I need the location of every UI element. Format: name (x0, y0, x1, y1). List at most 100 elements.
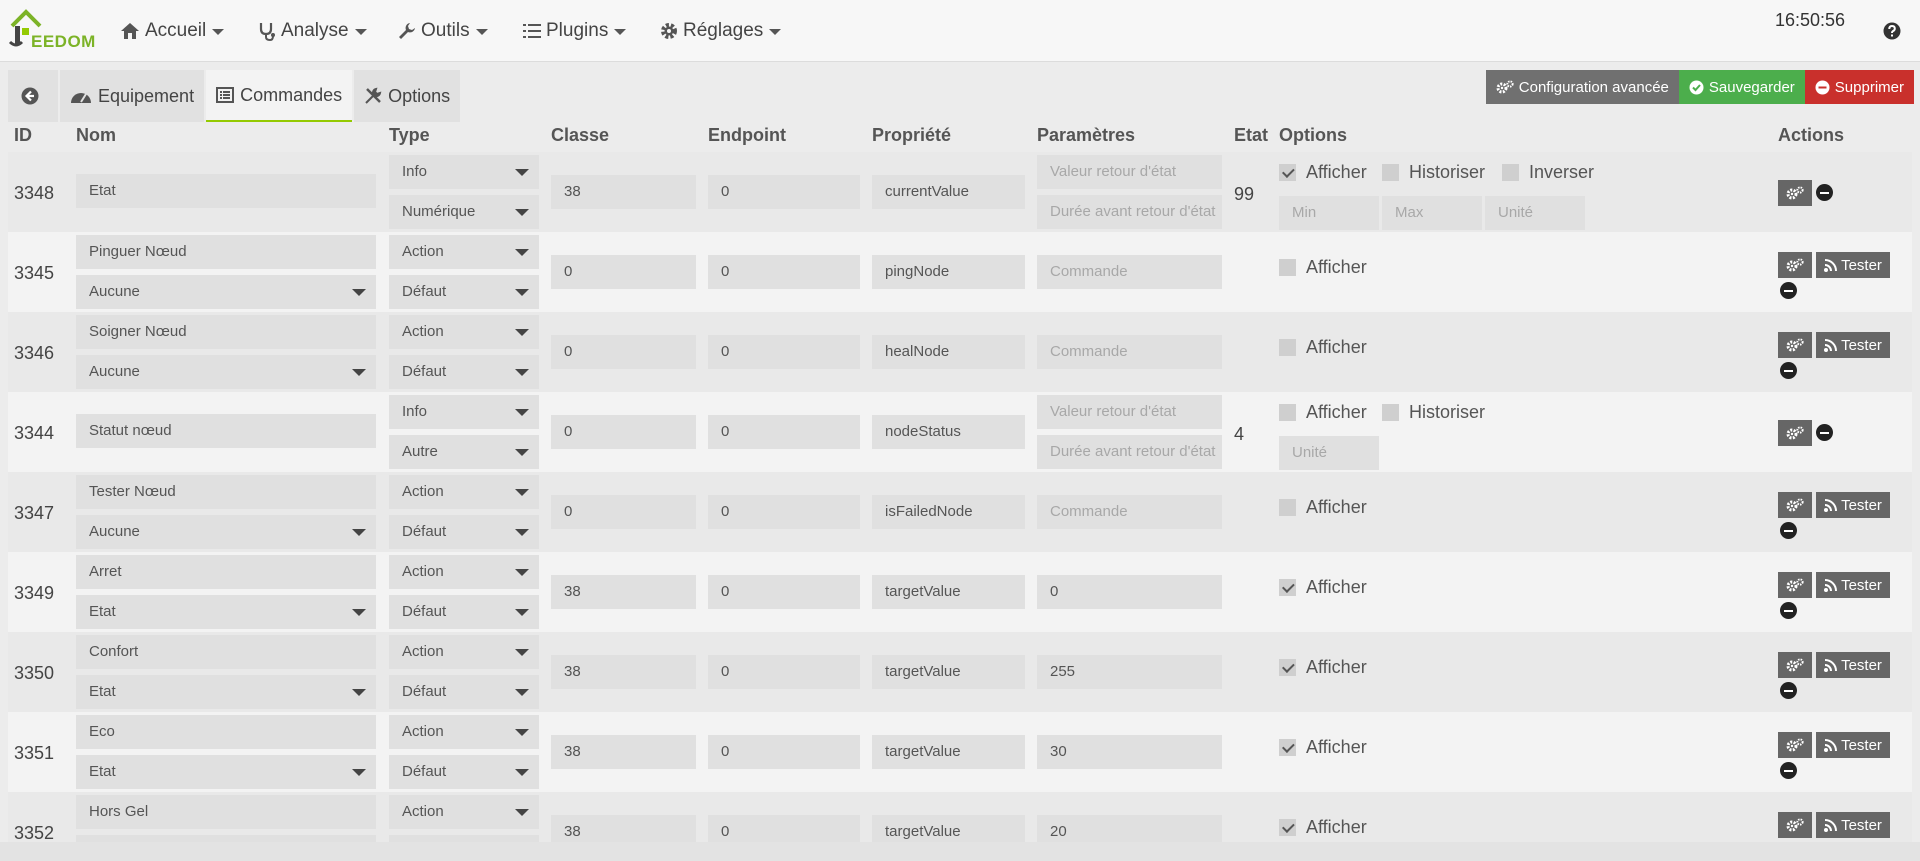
nav-plugins[interactable]: Plugins (523, 19, 627, 43)
cmd-value-select[interactable]: Etat (76, 755, 376, 789)
remove-cmd-icon[interactable] (1780, 682, 1797, 699)
cmd-type-select[interactable]: Action (389, 475, 539, 509)
afficher-checkbox[interactable]: Afficher (1279, 817, 1367, 838)
cmd-property-input[interactable]: nodeStatus (872, 415, 1025, 449)
afficher-checkbox-box[interactable] (1279, 164, 1296, 181)
cmd-subtype-select[interactable]: Défaut (389, 275, 539, 309)
cmd-param-input[interactable]: Commande (1037, 335, 1222, 369)
remove-cmd-icon[interactable] (1780, 762, 1797, 779)
cmd-class-input[interactable]: 0 (551, 335, 696, 369)
cmd-type-select[interactable]: Action (389, 635, 539, 669)
return-delay-input[interactable]: Durée avant retour d'état (1037, 435, 1222, 469)
cmd-param-input[interactable]: 20 (1037, 815, 1222, 842)
jeedom-logo[interactable]: EEDOM (8, 8, 96, 51)
test-button[interactable]: Tester (1816, 732, 1890, 758)
tab-commandes[interactable]: Commandes (206, 70, 353, 122)
cmd-class-input[interactable]: 0 (551, 255, 696, 289)
afficher-checkbox[interactable]: Afficher (1279, 657, 1367, 678)
afficher-checkbox-box[interactable] (1279, 739, 1296, 756)
afficher-checkbox[interactable]: Afficher (1279, 337, 1367, 358)
cmd-subtype-select[interactable] (389, 835, 539, 842)
cmd-endpoint-input[interactable]: 0 (708, 175, 860, 209)
cmd-property-input[interactable]: pingNode (872, 255, 1025, 289)
cmd-class-input[interactable]: 38 (551, 735, 696, 769)
cmd-value-select[interactable]: Aucune (76, 515, 376, 549)
return-delay-input[interactable]: Durée avant retour d'état (1037, 195, 1222, 229)
cmd-name-input[interactable]: Hors Gel (76, 795, 376, 829)
cmd-class-input[interactable]: 38 (551, 575, 696, 609)
cmd-name-input[interactable]: Arret (76, 555, 376, 589)
cmd-endpoint-input[interactable]: 0 (708, 735, 860, 769)
cmd-endpoint-input[interactable]: 0 (708, 815, 860, 842)
cmd-property-input[interactable]: targetValue (872, 575, 1025, 609)
cmd-class-input[interactable]: 0 (551, 415, 696, 449)
cmd-config-button[interactable] (1778, 332, 1812, 358)
nav-analyse[interactable]: Analyse (258, 19, 367, 43)
historiser-checkbox[interactable]: Historiser (1382, 162, 1485, 183)
remove-cmd-icon[interactable] (1780, 602, 1797, 619)
save-button[interactable]: Sauvegarder (1678, 70, 1805, 104)
cmd-subtype-select[interactable]: Défaut (389, 675, 539, 709)
cmd-class-input[interactable]: 38 (551, 175, 696, 209)
test-button[interactable]: Tester (1816, 332, 1890, 358)
min-input[interactable]: Min (1279, 196, 1379, 230)
cmd-name-input[interactable]: Confort (76, 635, 376, 669)
afficher-checkbox[interactable]: Afficher (1279, 402, 1367, 423)
historiser-checkbox-box[interactable] (1382, 404, 1399, 421)
cmd-type-select[interactable]: Info (389, 155, 539, 189)
remove-cmd-icon[interactable] (1780, 282, 1797, 299)
cmd-endpoint-input[interactable]: 0 (708, 495, 860, 529)
inverser-checkbox[interactable]: Inverser (1502, 162, 1594, 183)
unit-input[interactable]: Unité (1279, 436, 1379, 470)
cmd-type-select[interactable]: Action (389, 715, 539, 749)
cmd-value-select[interactable]: Etat (76, 675, 376, 709)
cmd-config-button[interactable] (1778, 492, 1812, 518)
cmd-param-input[interactable]: 255 (1037, 655, 1222, 689)
cmd-class-input[interactable]: 38 (551, 655, 696, 689)
cmd-class-input[interactable]: 0 (551, 495, 696, 529)
afficher-checkbox[interactable]: Afficher (1279, 257, 1367, 278)
cmd-param-input[interactable]: Commande (1037, 495, 1222, 529)
cmd-value-select[interactable] (76, 835, 376, 842)
cmd-subtype-select[interactable]: Autre (389, 435, 539, 469)
test-button[interactable]: Tester (1816, 812, 1890, 838)
cmd-param-input[interactable]: 0 (1037, 575, 1222, 609)
remove-cmd-icon[interactable] (1780, 362, 1797, 379)
return-value-input[interactable]: Valeur retour d'état (1037, 155, 1222, 189)
cmd-name-input[interactable]: Statut nœud (76, 414, 376, 448)
test-button[interactable]: Tester (1816, 252, 1890, 278)
afficher-checkbox[interactable]: Afficher (1279, 497, 1367, 518)
cmd-property-input[interactable]: isFailedNode (872, 495, 1025, 529)
historiser-checkbox-box[interactable] (1382, 164, 1399, 181)
cmd-subtype-select[interactable]: Défaut (389, 595, 539, 629)
cmd-name-input[interactable]: Tester Nœud (76, 475, 376, 509)
back-button[interactable] (8, 70, 58, 122)
cmd-param-input[interactable]: Commande (1037, 255, 1222, 289)
cmd-endpoint-input[interactable]: 0 (708, 655, 860, 689)
historiser-checkbox[interactable]: Historiser (1382, 402, 1485, 423)
afficher-checkbox-box[interactable] (1279, 259, 1296, 276)
remove-cmd-icon[interactable] (1780, 522, 1797, 539)
cmd-type-select[interactable]: Action (389, 795, 539, 829)
cmd-subtype-select[interactable]: Numérique (389, 195, 539, 229)
cmd-type-select[interactable]: Action (389, 555, 539, 589)
return-value-input[interactable]: Valeur retour d'état (1037, 395, 1222, 429)
cmd-subtype-select[interactable]: Défaut (389, 755, 539, 789)
afficher-checkbox[interactable]: Afficher (1279, 737, 1367, 758)
afficher-checkbox-box[interactable] (1279, 339, 1296, 356)
tab-options[interactable]: Options (354, 70, 461, 122)
cmd-property-input[interactable]: currentValue (872, 175, 1025, 209)
afficher-checkbox-box[interactable] (1279, 579, 1296, 596)
inverser-checkbox-box[interactable] (1502, 164, 1519, 181)
cmd-config-button[interactable] (1778, 180, 1812, 206)
tab-equipement[interactable]: Equipement (60, 70, 205, 122)
delete-button[interactable]: Supprimer (1804, 70, 1914, 104)
test-button[interactable]: Tester (1816, 652, 1890, 678)
max-input[interactable]: Max (1382, 196, 1482, 230)
remove-cmd-icon[interactable] (1816, 184, 1833, 201)
cmd-type-select[interactable]: Info (389, 395, 539, 429)
cmd-name-input[interactable]: Pinguer Nœud (76, 235, 376, 269)
cmd-type-select[interactable]: Action (389, 235, 539, 269)
cmd-property-input[interactable]: healNode (872, 335, 1025, 369)
cmd-endpoint-input[interactable]: 0 (708, 575, 860, 609)
